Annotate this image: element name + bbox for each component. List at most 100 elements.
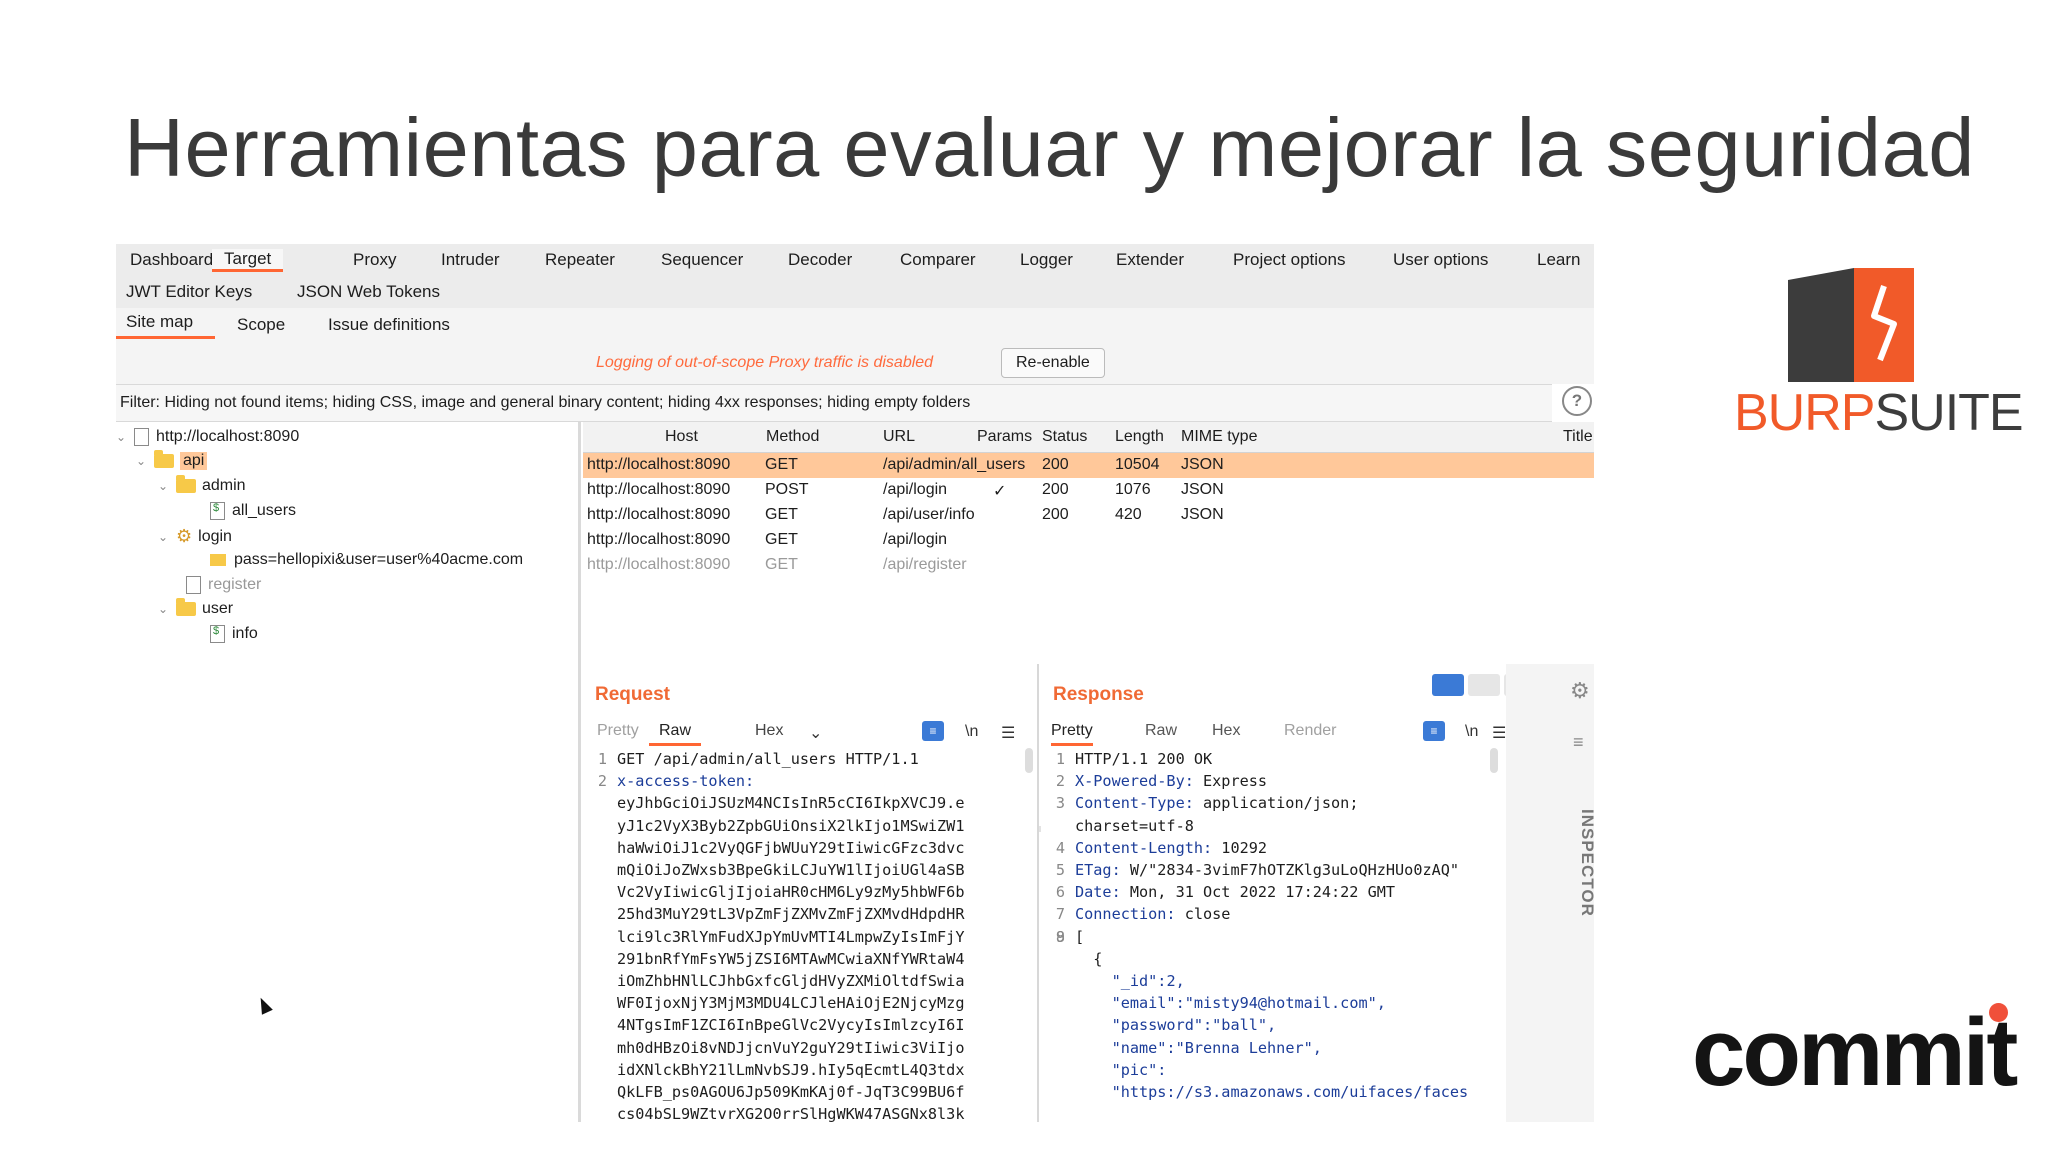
col-host[interactable]: Host [665, 428, 698, 446]
chevron-down-icon[interactable]: ⌄ [809, 723, 822, 743]
chevron-down-icon[interactable]: ⌄ [158, 479, 176, 493]
wrap-lines-icon[interactable]: ≡ [922, 721, 944, 741]
site-map-tree: ⌄ http://localhost:8090 ⌄ api ⌄ admin al… [116, 422, 581, 1122]
tab-logger[interactable]: Logger [1020, 250, 1073, 270]
tree-node-all-users[interactable]: all_users [210, 502, 296, 520]
tab-repeater[interactable]: Repeater [545, 250, 615, 270]
tab-extender[interactable]: Extender [1116, 250, 1184, 270]
tree-label-user: user [202, 600, 234, 617]
response-editor[interactable]: 1 HTTP/1.1 200 OK 2 X-Powered-By: Express 3 C… [1041, 748, 1506, 1103]
newline-toggle[interactable]: \n [1465, 723, 1478, 741]
line-text: GET /api/admin/all_users HTTP/1.1 [617, 750, 919, 768]
col-length[interactable]: Length [1115, 428, 1164, 446]
line-number: 1 [1055, 750, 1065, 768]
tree-label-admin: admin [202, 477, 246, 494]
response-tab-raw[interactable]: Raw [1145, 722, 1177, 740]
tab-user-options[interactable]: User options [1393, 250, 1488, 270]
col-url[interactable]: URL [883, 428, 915, 446]
menu-icon[interactable]: ☰ [1492, 723, 1506, 743]
re-enable-button[interactable]: Re-enable [1001, 348, 1105, 378]
col-mime-type[interactable]: MIME type [1181, 428, 1257, 446]
table-row[interactable]: http://localhost:8090 GET/api/login [583, 528, 1594, 553]
tree-node-info[interactable]: info [210, 625, 258, 643]
tab-decoder[interactable]: Decoder [788, 250, 852, 270]
response-line: 4 Content-Length: 10292 [1041, 837, 1506, 859]
burpsuite-logo-text: BURPSUITE [1734, 383, 2024, 443]
response-line: 2 X-Powered-By: Express [1041, 770, 1506, 792]
response-scrollbar[interactable] [1490, 748, 1498, 773]
response-line: "https://s3.amazonaws.com/uifaces/faces [1041, 1081, 1506, 1103]
line-text: cs04bSL9WZtvrXG2O0rrSlHgWKW47ASGNx8l3k [617, 1105, 965, 1122]
tab-learn[interactable]: Learn [1537, 250, 1580, 270]
line-text: iOmZhbHNlLCJhbGxfcGljdHVyZXMiOltdfSwia [617, 972, 965, 991]
request-tab-raw[interactable]: Raw [649, 722, 702, 746]
line-value: 2, [1166, 972, 1185, 991]
line-value: "Brenna Lehner", [1175, 1038, 1322, 1057]
line-value: [ [1075, 927, 1085, 946]
col-status[interactable]: Status [1042, 428, 1087, 446]
request-editor[interactable]: 1 GET /api/admin/all_users HTTP/1.1 2 x-acc… [583, 748, 1037, 1122]
newline-toggle[interactable]: \n [965, 723, 978, 741]
chevron-down-icon[interactable]: ⌄ [158, 530, 176, 544]
tab-comparer[interactable]: Comparer [900, 250, 976, 270]
cell-host: http://localhost:8090 [587, 556, 731, 573]
request-line: Vc2VyIiwicGljIjoiaHR0cHM6Ly9zMy5hbWF6b [583, 881, 1037, 903]
tree-node-user[interactable]: ⌄ user [158, 598, 234, 618]
tab-sequencer[interactable]: Sequencer [661, 250, 743, 270]
line-key: "https://s3.amazonaws.com/uifaces/faces [1075, 1083, 1469, 1102]
request-line: iOmZhbHNlLCJhbGxfcGljdHVyZXMiOltdfSwia [583, 970, 1037, 992]
tab-site-map[interactable]: Site map [116, 312, 216, 339]
tab-jwt-editor-keys[interactable]: JWT Editor Keys [126, 282, 252, 302]
tab-target[interactable]: Target [212, 248, 284, 272]
inspector-list-icon[interactable]: ≡ [1573, 732, 1584, 753]
filter-bar[interactable]: Filter: Hiding not found items; hiding C… [116, 384, 1552, 422]
tab-dashboard[interactable]: Dashboard [130, 250, 213, 270]
table-row[interactable]: http://localhost:8090 GET/api/register [583, 553, 1594, 578]
table-row[interactable]: http://localhost:8090 POST/api/login ✓ 200 1… [583, 478, 1594, 503]
tree-node-root[interactable]: ⌄ http://localhost:8090 [116, 428, 299, 446]
wrap-lines-icon[interactable]: ≡ [1423, 721, 1445, 741]
line-text: yJ1c2VyX3Byb2ZpbGUiOnsiX2lkIjo1MSwiZW1 [617, 816, 965, 835]
request-tab-hex[interactable]: Hex [755, 722, 783, 740]
tree-label-login-param: pass=hellopixi&user=user%40acme.com [234, 551, 524, 568]
tab-proxy[interactable]: Proxy [353, 250, 396, 270]
tab-json-web-tokens[interactable]: JSON Web Tokens [297, 282, 440, 302]
col-params[interactable]: Params [977, 428, 1032, 446]
burp-logo-word-1: BURP [1734, 384, 1875, 442]
menu-icon[interactable]: ☰ [1001, 723, 1015, 743]
chevron-down-icon[interactable]: ⌄ [158, 602, 176, 616]
request-tab-pretty[interactable]: Pretty [597, 722, 639, 740]
response-line: charset=utf-8 [1041, 815, 1506, 837]
table-row[interactable]: http://localhost:8090 GET/api/admin/all_u… [583, 453, 1594, 478]
cell-length: 1076 [1115, 481, 1151, 498]
line-value: Mon, 31 Oct 2022 17:24:22 GMT [1120, 883, 1396, 902]
tree-node-login-param[interactable]: pass=hellopixi&user=user%40acme.com [210, 551, 523, 569]
request-scrollbar[interactable] [1025, 748, 1033, 773]
chevron-down-icon[interactable]: ⌄ [116, 430, 134, 444]
request-line: cs04bSL9WZtvrXG2O0rrSlHgWKW47ASGNx8l3k [583, 1103, 1037, 1122]
tab-project-options[interactable]: Project options [1233, 250, 1345, 270]
response-tab-pretty[interactable]: Pretty [1051, 722, 1093, 746]
tree-node-register[interactable]: register [186, 576, 261, 594]
tab-scope[interactable]: Scope [237, 315, 285, 335]
response-tab-hex[interactable]: Hex [1212, 722, 1240, 740]
response-tab-render[interactable]: Render [1284, 722, 1336, 740]
settings-gear-icon[interactable]: ⚙ [1570, 678, 1590, 704]
help-icon[interactable]: ? [1562, 386, 1592, 416]
inspector-tab[interactable]: INSPECTOR [1577, 809, 1594, 917]
layout-split-vertical-icon[interactable] [1432, 674, 1464, 696]
tree-node-admin[interactable]: ⌄ admin [158, 475, 246, 495]
col-method[interactable]: Method [766, 428, 819, 446]
tree-node-api[interactable]: ⌄ api [136, 450, 208, 470]
line-text: eyJhbGciOiJSUzM4NCIsInR5cCI6IkpXVCJ9.e [617, 794, 965, 813]
col-title[interactable]: Title [1563, 428, 1593, 446]
layout-split-horizontal-icon[interactable] [1468, 674, 1500, 696]
cell-method: GET [765, 506, 798, 523]
cell-method: GET [765, 456, 798, 473]
table-row[interactable]: http://localhost:8090 GET/api/user/info 20… [583, 503, 1594, 528]
chevron-down-icon[interactable]: ⌄ [136, 454, 154, 468]
line-value: Express [1193, 772, 1268, 791]
tab-issue-definitions[interactable]: Issue definitions [328, 315, 450, 335]
tab-intruder[interactable]: Intruder [441, 250, 500, 270]
tree-node-login[interactable]: ⌄ ⚙ login [158, 526, 232, 547]
